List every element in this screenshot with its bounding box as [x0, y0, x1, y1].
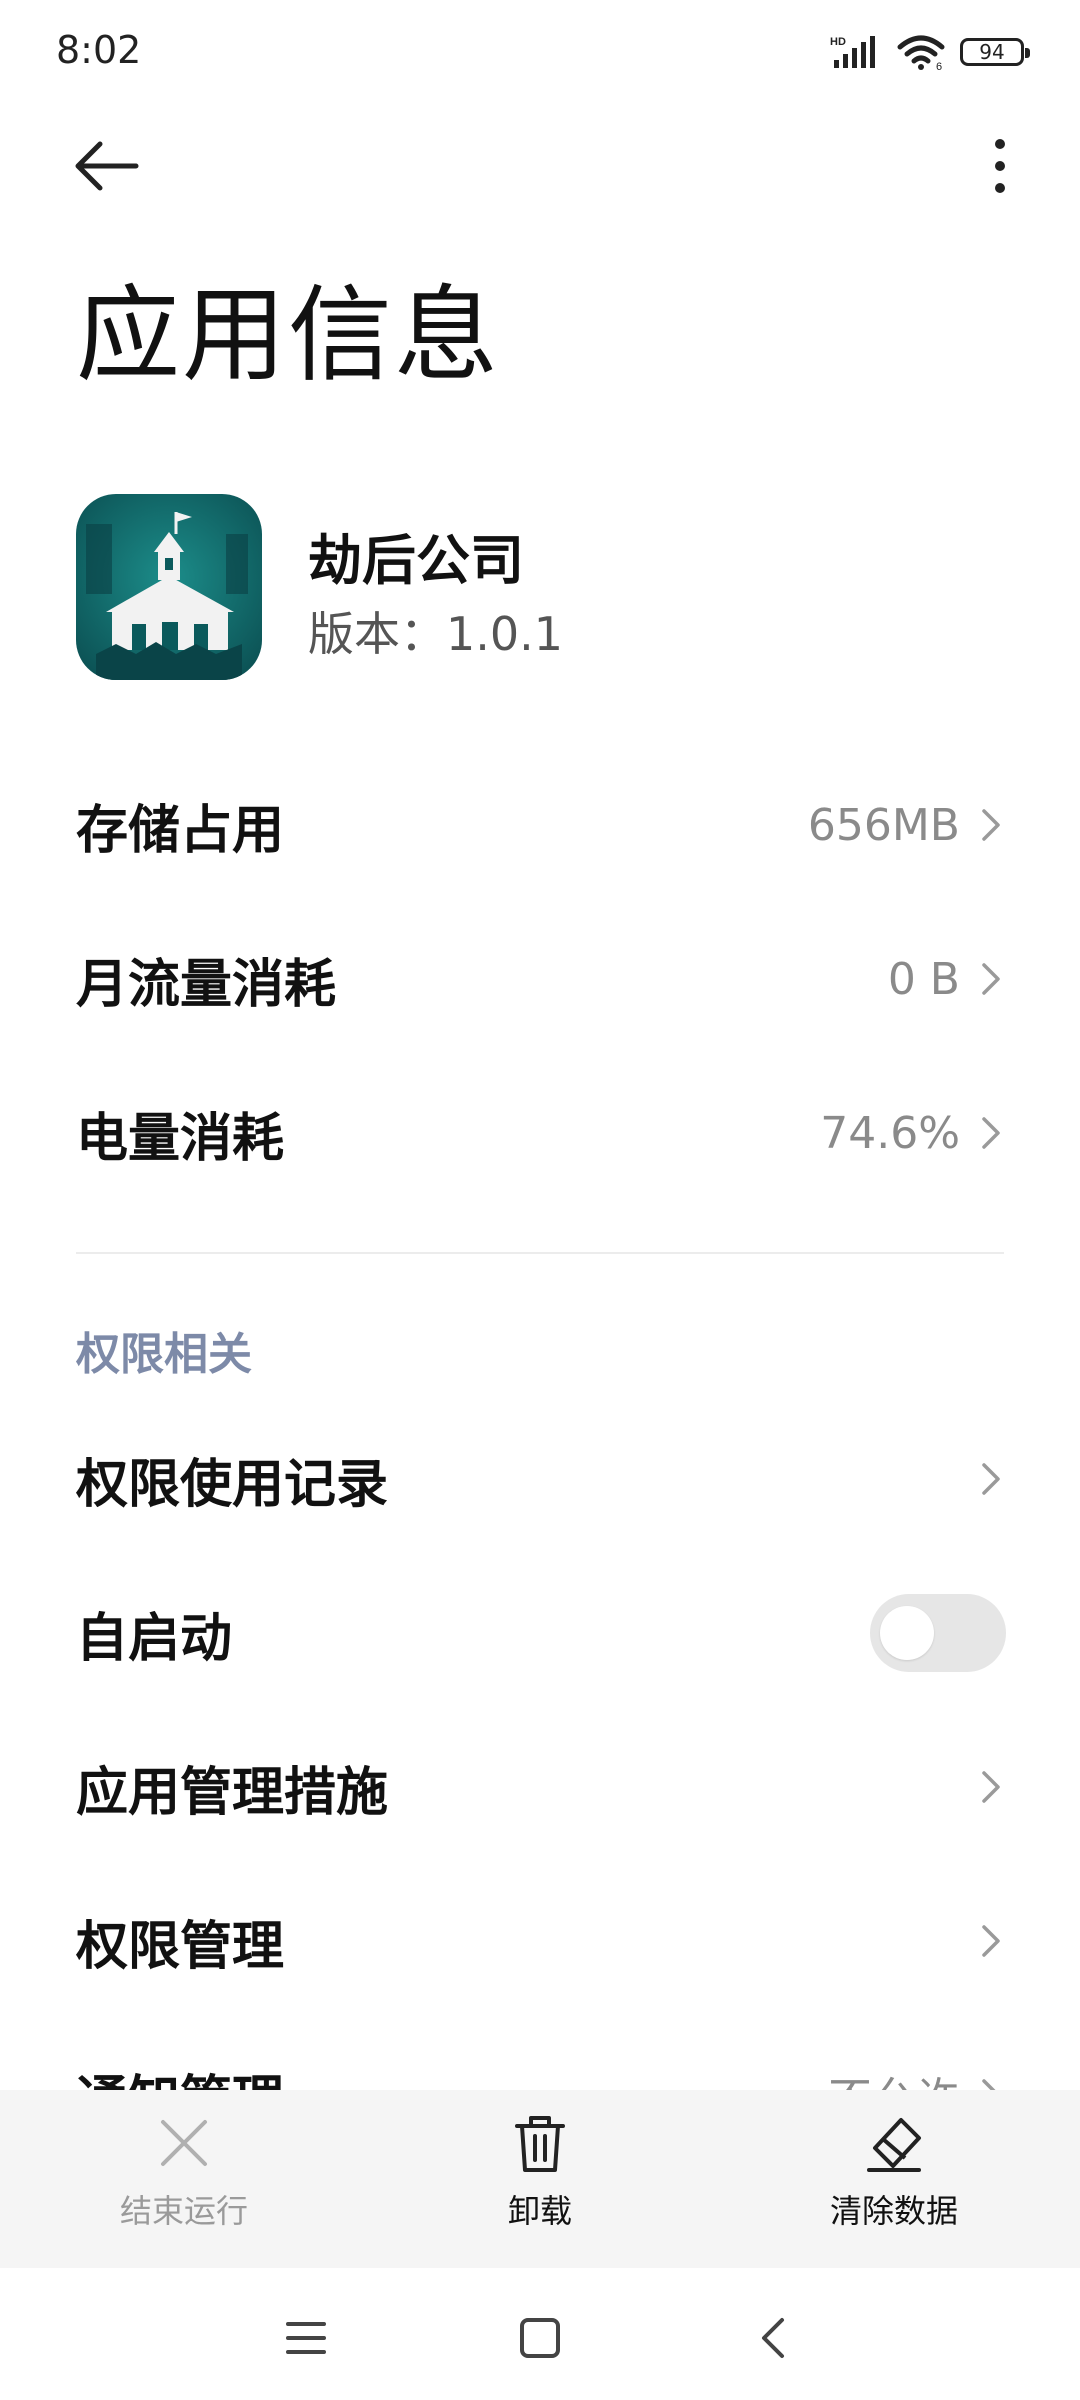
- app-icon: [76, 494, 262, 680]
- clear-data-button[interactable]: 清除数据: [784, 2108, 1004, 2258]
- battery-usage-row[interactable]: 电量消耗 74.6%: [76, 1078, 1006, 1188]
- autostart-row: 自启动: [76, 1578, 1006, 1688]
- battery-level: 94: [979, 40, 1005, 64]
- bottom-action-bar: 结束运行 卸载 清除数据: [0, 2090, 1080, 2268]
- chevron-right-icon: [982, 1771, 1000, 1803]
- status-bar: 8:02 HD 6 94: [0, 0, 1080, 104]
- stop-app-button[interactable]: 结束运行: [74, 2108, 294, 2258]
- chevron-right-icon: [982, 809, 1000, 841]
- back-arrow-icon[interactable]: [70, 130, 142, 202]
- battery-usage-value: 74.6%: [820, 1107, 960, 1159]
- storage-row[interactable]: 存储占用 656MB: [76, 770, 1006, 880]
- app-management-label: 应用管理措施: [76, 1762, 389, 1823]
- storage-label: 存储占用: [76, 800, 285, 861]
- uninstall-button[interactable]: 卸载: [430, 2108, 650, 2258]
- battery-indicator: 94: [960, 38, 1030, 66]
- clear-data-label: 清除数据: [829, 2192, 958, 2230]
- app-name: 劫后公司: [308, 529, 524, 592]
- permission-usage-record-label: 权限使用记录: [76, 1454, 389, 1515]
- menu-icon[interactable]: [276, 2308, 336, 2368]
- app-header: 劫后公司 版本：1.0.1: [76, 494, 1006, 680]
- top-bar: [0, 110, 1080, 200]
- chevron-right-icon: [982, 1463, 1000, 1495]
- section-divider: [76, 1252, 1004, 1254]
- nav-back-icon[interactable]: [744, 2308, 804, 2368]
- data-usage-value: 0 B: [887, 953, 960, 1005]
- data-usage-row[interactable]: 月流量消耗 0 B: [76, 924, 1006, 1034]
- app-version: 版本：1.0.1: [308, 607, 564, 661]
- autostart-label: 自启动: [76, 1608, 233, 1669]
- app-management-row[interactable]: 应用管理措施: [76, 1732, 1006, 1842]
- close-icon: [161, 2120, 207, 2166]
- page-title: 应用信息: [76, 274, 501, 396]
- autostart-toggle[interactable]: [870, 1594, 1006, 1672]
- system-nav-bar: [0, 2268, 1080, 2400]
- chevron-right-icon: [982, 1117, 1000, 1149]
- permission-usage-record-row[interactable]: 权限使用记录: [76, 1424, 1006, 1534]
- status-time: 8:02: [56, 28, 142, 72]
- home-square-icon[interactable]: [510, 2308, 570, 2368]
- network-label: HD: [830, 36, 846, 48]
- svg-text:6: 6: [936, 61, 942, 71]
- uninstall-label: 卸载: [507, 2192, 572, 2230]
- permissions-section-header: 权限相关: [76, 1329, 252, 1380]
- chevron-right-icon: [982, 1925, 1000, 1957]
- wifi-icon: 6: [897, 35, 945, 71]
- battery-usage-label: 电量消耗: [76, 1108, 285, 1169]
- chevron-right-icon: [982, 963, 1000, 995]
- status-icons: HD 6 94: [830, 30, 1030, 74]
- eraser-icon: [867, 2118, 921, 2172]
- permission-management-row[interactable]: 权限管理: [76, 1886, 1006, 1996]
- storage-value: 656MB: [807, 799, 960, 851]
- toggle-knob: [880, 1606, 934, 1660]
- stop-app-label: 结束运行: [119, 2192, 248, 2230]
- permission-management-label: 权限管理: [76, 1916, 285, 1977]
- data-usage-label: 月流量消耗: [76, 954, 337, 1015]
- more-vert-icon[interactable]: [964, 130, 1036, 202]
- trash-icon: [515, 2116, 565, 2172]
- signal-icon: HD: [830, 36, 875, 68]
